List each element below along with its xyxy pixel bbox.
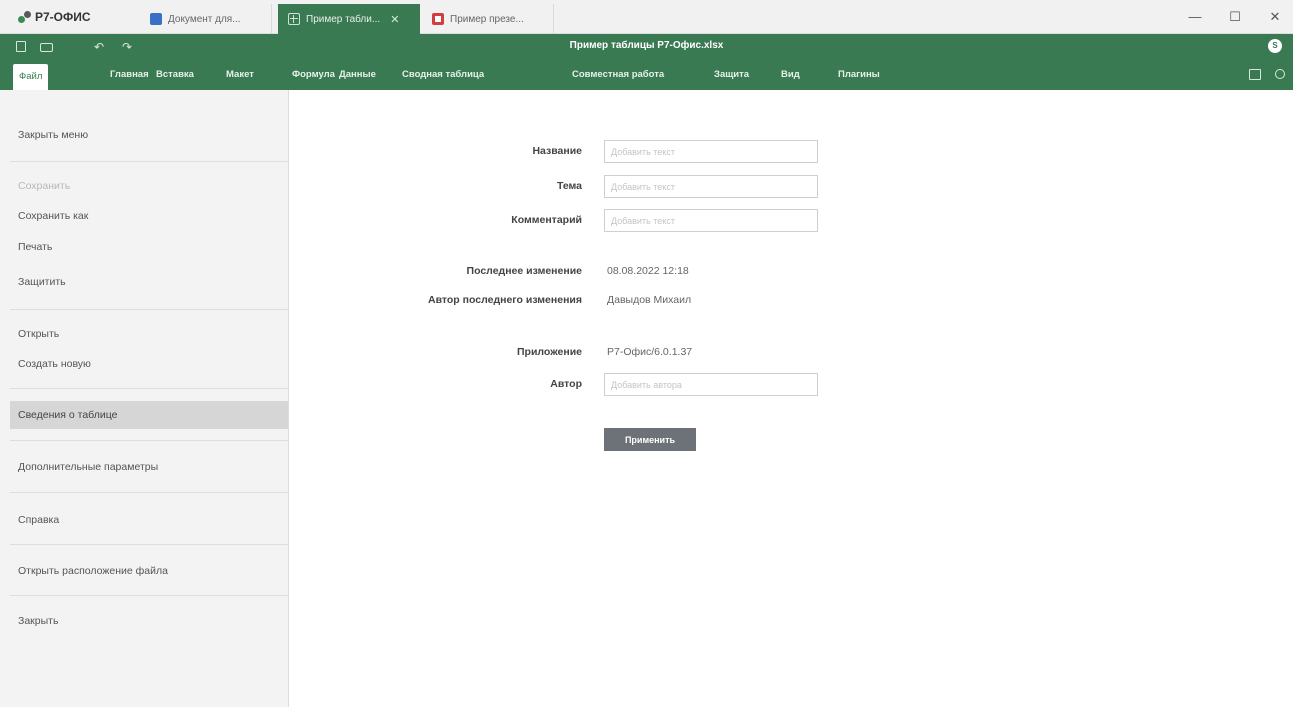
tab-pivot-table[interactable]: Сводная таблица	[402, 60, 484, 90]
sidebar-item-close-menu[interactable]: Закрыть меню	[10, 121, 288, 149]
tab-document-label: Документ для...	[168, 13, 241, 25]
spreadsheet-icon	[288, 13, 300, 25]
title-input[interactable]	[604, 140, 818, 163]
sidebar-item-open[interactable]: Открыть	[10, 320, 288, 348]
last-modified-value: 08.08.2022 12:18	[607, 265, 689, 277]
application-value: Р7-Офис/6.0.1.37	[607, 346, 693, 358]
document-icon	[150, 13, 162, 25]
r7-logo-icon	[18, 10, 32, 24]
tab-home[interactable]: Главная	[110, 60, 149, 90]
last-modified-by-value: Давыдов Михаил	[607, 294, 692, 306]
tab-spreadsheet-label: Пример табли...	[306, 13, 381, 25]
sidebar-divider	[10, 309, 288, 310]
app-logo[interactable]: Р7-ОФИС	[18, 9, 91, 25]
open-file-location-icon[interactable]	[1249, 69, 1261, 80]
tab-file[interactable]: Файл	[13, 64, 49, 90]
tab-plugins[interactable]: Плагины	[838, 60, 880, 90]
sidebar-divider	[10, 595, 288, 596]
sidebar-item-advanced-settings[interactable]: Дополнительные параметры	[10, 453, 288, 481]
sidebar-item-protect[interactable]: Защитить	[10, 268, 288, 296]
tab-protection[interactable]: Защита	[714, 60, 749, 90]
search-icon[interactable]	[1275, 69, 1285, 79]
last-modified-by-label: Автор последнего изменения	[427, 294, 582, 306]
quick-access-toolbar: ↶ ↷ Пример таблицы Р7-Офис.xlsx S	[0, 34, 1293, 60]
author-label: Автор	[550, 378, 582, 390]
tab-presentation[interactable]: Пример презе...	[422, 4, 554, 34]
tab-layout[interactable]: Макет	[226, 60, 254, 90]
sidebar-item-close[interactable]: Закрыть	[10, 607, 288, 635]
tab-spreadsheet[interactable]: Пример табли... ✕	[278, 4, 420, 34]
author-input[interactable]	[604, 373, 818, 396]
tab-close-icon[interactable]: ✕	[390, 13, 399, 26]
application-label: Приложение	[516, 346, 582, 358]
title-label: Название	[532, 145, 582, 157]
tab-document[interactable]: Документ для...	[140, 4, 272, 34]
user-avatar[interactable]: S	[1268, 39, 1282, 53]
sidebar-divider	[10, 440, 288, 441]
file-menu-sidebar: Закрыть меню Сохранить Сохранить как Печ…	[0, 90, 289, 707]
apply-button[interactable]: Применить	[604, 428, 696, 451]
tab-collaboration[interactable]: Совместная работа	[572, 60, 664, 90]
sidebar-divider	[10, 388, 288, 389]
subject-input[interactable]	[604, 175, 818, 198]
menu-bar: Файл Главная Вставка Макет Формула Данны…	[0, 60, 1293, 90]
maximize-button[interactable]: ☐	[1226, 8, 1244, 26]
sidebar-item-create-new[interactable]: Создать новую	[10, 350, 288, 378]
sidebar-item-save: Сохранить	[18, 180, 71, 192]
comment-label: Комментарий	[511, 214, 582, 226]
close-window-button[interactable]: ✕	[1266, 8, 1284, 26]
sidebar-divider	[10, 161, 288, 162]
subject-label: Тема	[556, 180, 582, 192]
comment-input[interactable]	[604, 209, 818, 232]
sidebar-divider	[10, 544, 288, 545]
sidebar-item-help[interactable]: Справка	[10, 506, 288, 534]
app-logo-text: Р7-ОФИС	[35, 10, 91, 24]
tab-view[interactable]: Вид	[781, 60, 800, 90]
sidebar-item-open-file-location[interactable]: Открыть расположение файла	[10, 557, 288, 585]
document-title: Пример таблицы Р7-Офис.xlsx	[569, 40, 724, 51]
title-bar: Р7-ОФИС Документ для... Пример табли... …	[0, 0, 1293, 34]
tab-formula[interactable]: Формула	[292, 60, 335, 90]
tab-insert[interactable]: Вставка	[156, 60, 194, 90]
minimize-button[interactable]: —	[1186, 8, 1204, 26]
sidebar-item-print[interactable]: Печать	[10, 233, 288, 261]
sidebar-item-save-as[interactable]: Сохранить как	[10, 202, 288, 230]
sidebar-item-spreadsheet-info[interactable]: Сведения о таблице	[10, 401, 288, 429]
sidebar-divider	[10, 492, 288, 493]
presentation-icon	[432, 13, 444, 25]
tab-presentation-label: Пример презе...	[450, 13, 524, 25]
last-modified-label: Последнее изменение	[466, 265, 582, 277]
tab-data[interactable]: Данные	[339, 60, 376, 90]
